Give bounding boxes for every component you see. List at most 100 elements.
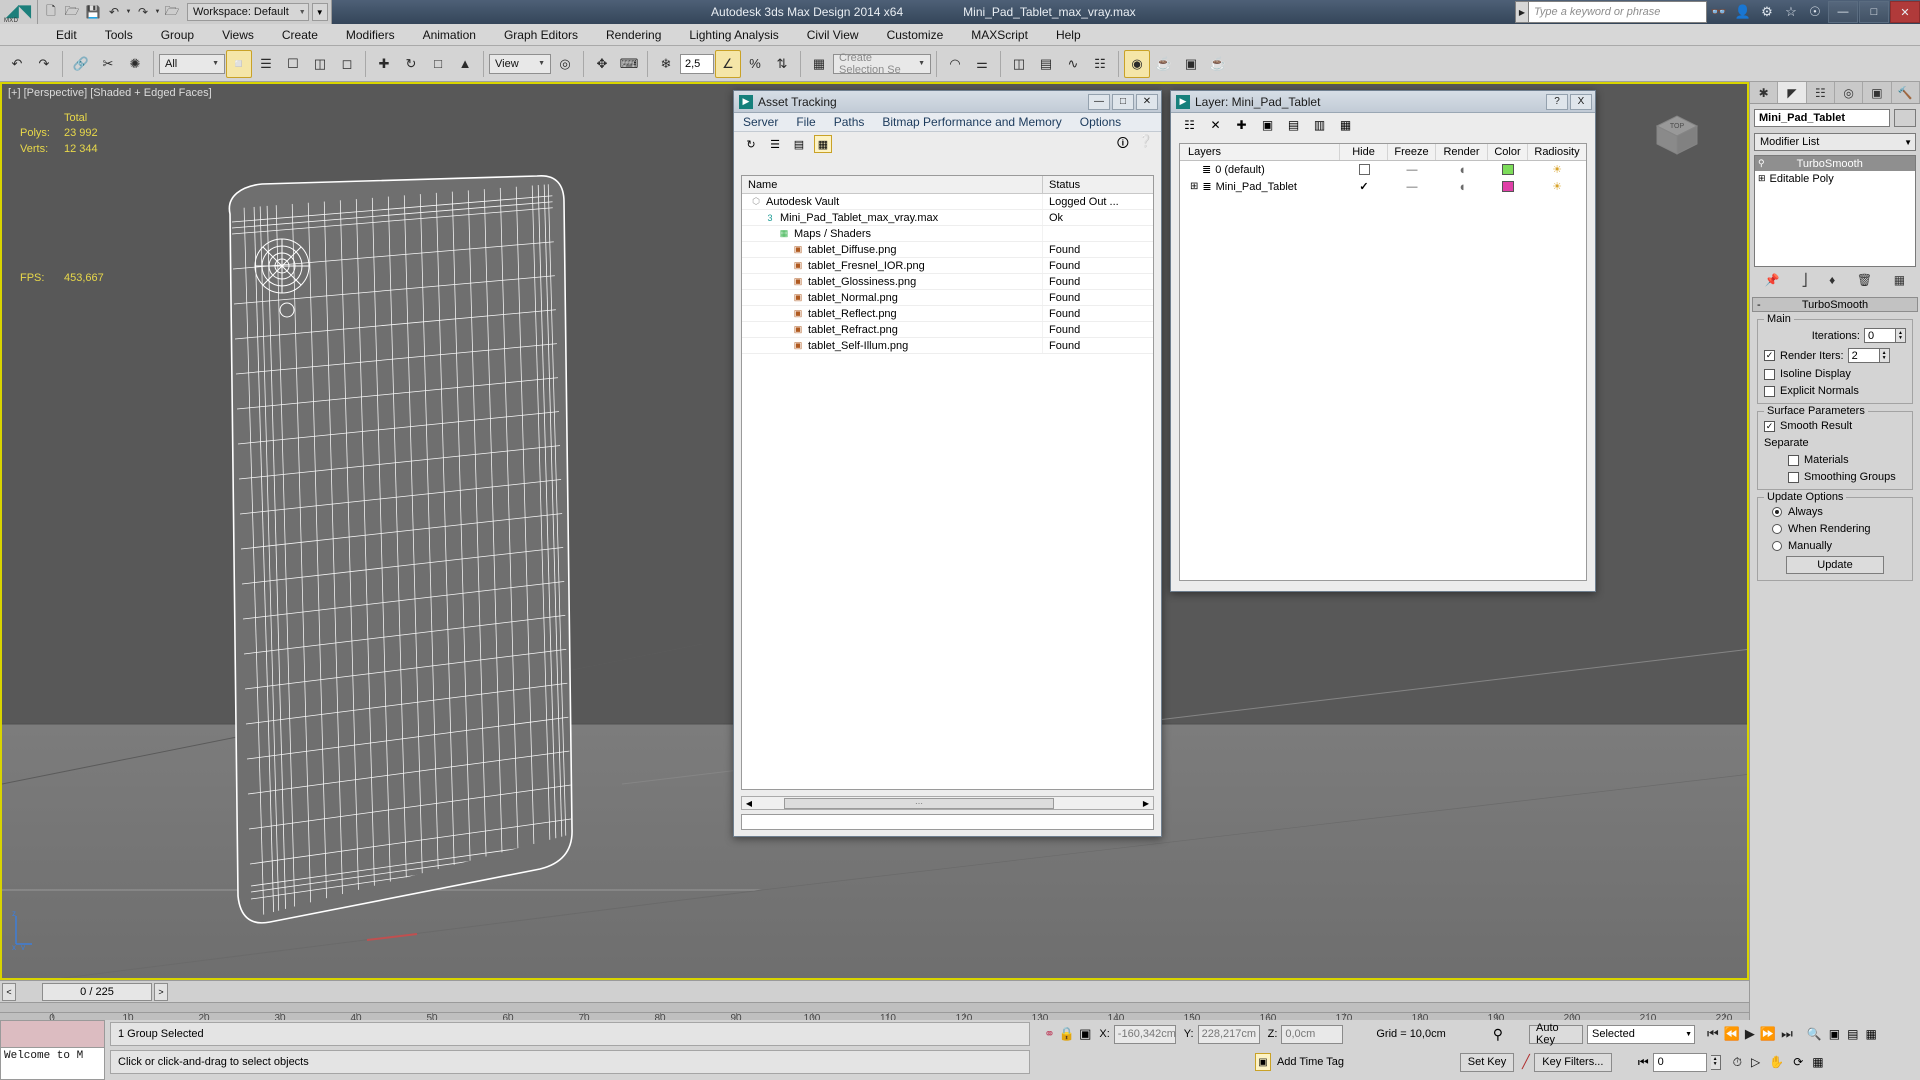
schematic-view-icon[interactable]: ☷ bbox=[1087, 50, 1113, 78]
asset-row[interactable]: ▣tablet_Diffuse.pngFound bbox=[742, 242, 1153, 258]
zoom-extents-icon[interactable]: ▦ bbox=[1865, 1027, 1876, 1041]
layer-list[interactable]: Layers Hide Freeze Render Color Radiosit… bbox=[1179, 143, 1587, 581]
app-menu-button[interactable]: ◢◥ MXD bbox=[0, 0, 38, 24]
spinner-snap-icon[interactable]: ⇅ bbox=[769, 50, 795, 78]
menu-item-civil-view[interactable]: Civil View bbox=[793, 24, 873, 46]
menu-item-edit[interactable]: Edit bbox=[42, 24, 91, 46]
snaps-toggle-icon[interactable]: ❄ bbox=[653, 50, 679, 78]
object-name-field[interactable]: Mini_Pad_Tablet bbox=[1754, 109, 1890, 127]
zoom-region-icon[interactable]: ▣ bbox=[1829, 1027, 1840, 1041]
show-end-result-icon[interactable]: ⎦ bbox=[1801, 273, 1807, 287]
select-link-icon[interactable]: 🔗 bbox=[68, 50, 94, 78]
set-project-folder-icon[interactable]: 🗁 bbox=[162, 2, 182, 22]
zoom-all-icon[interactable]: ▤ bbox=[1847, 1027, 1858, 1041]
refresh-icon[interactable]: ↻ bbox=[742, 135, 760, 153]
view-cube[interactable]: TOP bbox=[1647, 104, 1707, 164]
time-configuration-icon[interactable]: ⏱ bbox=[1733, 1055, 1742, 1070]
layer-manager-icon[interactable]: ◫ bbox=[1006, 50, 1032, 78]
new-layer-icon[interactable]: ☷ bbox=[1181, 117, 1198, 134]
grid-view-icon[interactable]: ▦ bbox=[814, 135, 832, 153]
selection-filter-combo[interactable]: All ▼ bbox=[159, 54, 225, 74]
redo-tool-icon[interactable]: ↷ bbox=[31, 50, 57, 78]
column-header-layers[interactable]: Layers bbox=[1180, 144, 1340, 160]
reference-coordinate-system-combo[interactable]: View ▼ bbox=[489, 54, 551, 74]
auto-key-button[interactable]: Auto Key bbox=[1529, 1025, 1583, 1044]
asset-row[interactable]: ▣tablet_Reflect.pngFound bbox=[742, 306, 1153, 322]
asset-row[interactable]: ▦Maps / Shaders bbox=[742, 226, 1153, 242]
asset-tracking-dialog[interactable]: ▶ Asset Tracking — □ ✕ ServerFilePathsBi… bbox=[733, 90, 1162, 837]
menu-item-group[interactable]: Group bbox=[147, 24, 208, 46]
update-when-rendering-radio[interactable] bbox=[1772, 524, 1782, 534]
mini-listener[interactable]: Welcome to M bbox=[0, 1020, 105, 1080]
select-and-place-icon[interactable]: ▲ bbox=[452, 50, 478, 78]
x-field[interactable]: -160,342cm bbox=[1114, 1025, 1176, 1044]
column-header-status[interactable]: Status bbox=[1043, 176, 1153, 193]
details-view-icon[interactable]: ▤ bbox=[790, 135, 808, 153]
add-time-tag-label[interactable]: Add Time Tag bbox=[1277, 1056, 1344, 1068]
lock-selection-icon[interactable]: 🔒 bbox=[1059, 1026, 1075, 1042]
expand-icon[interactable]: ⊞ bbox=[1758, 173, 1766, 184]
asset-tracking-list[interactable]: Name Status ⬡Autodesk VaultLogged Out ..… bbox=[741, 175, 1154, 790]
color-swatch[interactable] bbox=[1502, 164, 1514, 175]
stack-item-editable-poly[interactable]: ⊞Editable Poly bbox=[1755, 171, 1915, 186]
render-cell[interactable]: ◖ bbox=[1436, 161, 1488, 178]
asset-row[interactable]: ▣tablet_Glossiness.pngFound bbox=[742, 274, 1153, 290]
at-minimize-button[interactable]: — bbox=[1088, 94, 1110, 110]
menu-item-customize[interactable]: Customize bbox=[873, 24, 958, 46]
asset-name-cell[interactable]: ▣tablet_Normal.png bbox=[742, 290, 1043, 305]
at-menu-paths[interactable]: Paths bbox=[825, 115, 874, 129]
menu-item-lighting-analysis[interactable]: Lighting Analysis bbox=[675, 24, 792, 46]
asset-name-cell[interactable]: ▣tablet_Reflect.png bbox=[742, 306, 1043, 321]
render-iters-checkbox[interactable]: ✓ bbox=[1764, 350, 1775, 361]
at-close-button[interactable]: ✕ bbox=[1136, 94, 1158, 110]
time-slider-handle[interactable]: 0 / 225 bbox=[42, 983, 152, 1001]
signin-icon[interactable]: 👤 bbox=[1731, 1, 1755, 23]
undo-dropdown-icon[interactable]: ▼ bbox=[125, 9, 132, 15]
layer-help-button[interactable]: ? bbox=[1546, 94, 1568, 110]
selection-level-combo[interactable]: Selected ▼ bbox=[1587, 1025, 1695, 1044]
next-frame-arrow[interactable]: > bbox=[154, 983, 168, 1001]
render-production-icon[interactable]: ☕ bbox=[1205, 50, 1231, 78]
column-header-render[interactable]: Render bbox=[1436, 144, 1488, 160]
expand-icon[interactable]: ⊞ bbox=[1190, 181, 1198, 192]
menu-item-views[interactable]: Views bbox=[208, 24, 268, 46]
use-pivot-center-icon[interactable]: ◎ bbox=[552, 50, 578, 78]
layer-name-cell[interactable]: ⊞≣Mini_Pad_Tablet bbox=[1180, 178, 1340, 195]
time-tag-icon[interactable]: ▣ bbox=[1255, 1053, 1271, 1071]
column-header-freeze[interactable]: Freeze bbox=[1388, 144, 1436, 160]
rollout-header[interactable]: - TurboSmooth bbox=[1752, 297, 1918, 312]
workspace-dropdown-button[interactable]: ▼ bbox=[312, 3, 328, 21]
render-iters-spinner[interactable]: ▲▼ bbox=[1880, 348, 1890, 363]
mirror-icon[interactable]: ◠ bbox=[942, 50, 968, 78]
listener-input-line[interactable] bbox=[1, 1021, 104, 1048]
viewport-label[interactable]: [+] [Perspective] [Shaded + Edged Faces] bbox=[8, 87, 212, 99]
percent-snap-field[interactable]: 2,5 bbox=[680, 54, 714, 74]
radiosity-icon[interactable]: ☀ bbox=[1528, 178, 1586, 195]
utilities-tab[interactable]: 🔨 bbox=[1892, 82, 1920, 103]
window-crossing-icon[interactable]: ◫ bbox=[307, 50, 333, 78]
select-and-rotate-icon[interactable]: ↻ bbox=[398, 50, 424, 78]
list-view-icon[interactable]: ☰ bbox=[766, 135, 784, 153]
modifier-stack[interactable]: ⚲TurboSmooth⊞Editable Poly bbox=[1754, 155, 1916, 267]
ribbon-toggle-icon[interactable]: ▤ bbox=[1033, 50, 1059, 78]
pin-stack-icon[interactable]: 📌 bbox=[1765, 273, 1780, 287]
update-always-radio[interactable] bbox=[1772, 507, 1782, 517]
remove-modifier-icon[interactable]: 🗑 bbox=[1857, 273, 1872, 287]
smoothing-groups-checkbox[interactable] bbox=[1788, 472, 1799, 483]
configure-modifier-sets-icon[interactable]: ▦ bbox=[1894, 273, 1905, 287]
key-mode-icon[interactable]: ⚲ bbox=[1493, 1026, 1503, 1043]
key-filter-toggle-icon[interactable]: ╱ bbox=[1522, 1054, 1530, 1070]
maximize-viewport-icon[interactable]: ▦ bbox=[1812, 1055, 1823, 1070]
save-icon[interactable]: 💾 bbox=[83, 2, 103, 22]
menu-item-tools[interactable]: Tools bbox=[91, 24, 147, 46]
open-icon[interactable]: 🗁 bbox=[62, 2, 82, 22]
render-setup-icon[interactable]: ☕ bbox=[1151, 50, 1177, 78]
highlight-selected-icon[interactable]: ▥ bbox=[1311, 117, 1328, 134]
asset-name-cell[interactable]: ▣tablet_Refract.png bbox=[742, 322, 1043, 337]
redo-dropdown-icon[interactable]: ▼ bbox=[154, 9, 161, 15]
zoom-icon[interactable]: 🔍 bbox=[1807, 1027, 1822, 1041]
exchange-icon[interactable]: ⚙ bbox=[1755, 1, 1779, 23]
at-maximize-button[interactable]: □ bbox=[1112, 94, 1134, 110]
scroll-right-icon[interactable]: ▶ bbox=[1139, 797, 1153, 809]
undo-icon[interactable]: ↶ bbox=[104, 2, 124, 22]
